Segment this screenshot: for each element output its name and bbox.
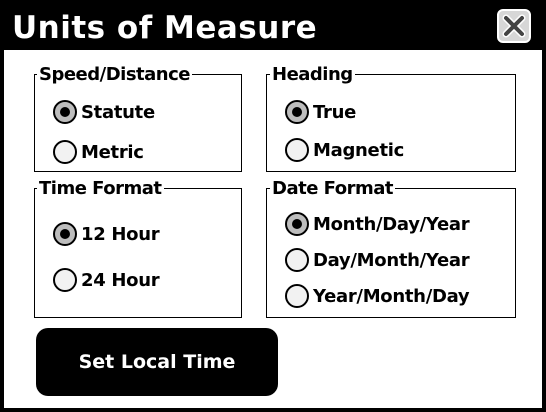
radio-year-month-day[interactable]: Year/Month/Day xyxy=(285,281,470,311)
radio-statute-dot[interactable] xyxy=(53,100,77,124)
dialog-title: Units of Measure xyxy=(12,10,318,46)
heading-group: Heading True Magnetic xyxy=(266,64,516,172)
time-format-group: Time Format 12 Hour 24 Hour xyxy=(34,178,242,318)
radio-day-month-year-label: Day/Month/Year xyxy=(313,249,470,271)
time-format-legend: Time Format xyxy=(37,178,164,199)
radio-true[interactable]: True xyxy=(285,97,356,127)
radio-12-hour-label: 12 Hour xyxy=(81,223,160,245)
set-local-time-button[interactable]: Set Local Time xyxy=(36,328,278,396)
radio-year-month-day-label: Year/Month/Day xyxy=(313,285,470,307)
radio-month-day-year-label: Month/Day/Year xyxy=(313,213,470,235)
radio-magnetic[interactable]: Magnetic xyxy=(285,135,404,165)
radio-statute-label: Statute xyxy=(81,101,155,123)
radio-day-month-year-dot[interactable] xyxy=(285,248,309,272)
radio-true-label: True xyxy=(313,101,357,123)
speed-distance-legend: Speed/Distance xyxy=(37,64,192,85)
radio-24-hour-label: 24 Hour xyxy=(81,269,160,291)
radio-year-month-day-dot[interactable] xyxy=(285,284,309,308)
radio-12-hour-dot[interactable] xyxy=(53,222,77,246)
units-of-measure-dialog: Units of Measure Speed/Distance Statute … xyxy=(0,0,546,412)
radio-magnetic-dot[interactable] xyxy=(285,138,309,162)
radio-statute[interactable]: Statute xyxy=(53,97,155,127)
radio-24-hour[interactable]: 24 Hour xyxy=(53,265,160,295)
speed-distance-group: Speed/Distance Statute Metric xyxy=(34,64,242,172)
radio-month-day-year-dot[interactable] xyxy=(285,212,309,236)
heading-legend: Heading xyxy=(270,64,355,85)
radio-true-dot[interactable] xyxy=(285,100,309,124)
close-button[interactable] xyxy=(497,9,531,43)
radio-month-day-year[interactable]: Month/Day/Year xyxy=(285,209,470,239)
radio-day-month-year[interactable]: Day/Month/Year xyxy=(285,245,470,275)
close-icon xyxy=(502,14,526,38)
radio-metric-dot[interactable] xyxy=(53,140,77,164)
date-format-group: Date Format Month/Day/Year Day/Month/Yea… xyxy=(266,178,516,318)
title-bar: Units of Measure xyxy=(4,4,542,50)
date-format-legend: Date Format xyxy=(270,178,395,199)
radio-24-hour-dot[interactable] xyxy=(53,268,77,292)
radio-metric[interactable]: Metric xyxy=(53,137,144,167)
radio-metric-label: Metric xyxy=(81,141,144,163)
radio-12-hour[interactable]: 12 Hour xyxy=(53,219,160,249)
radio-magnetic-label: Magnetic xyxy=(313,139,405,161)
